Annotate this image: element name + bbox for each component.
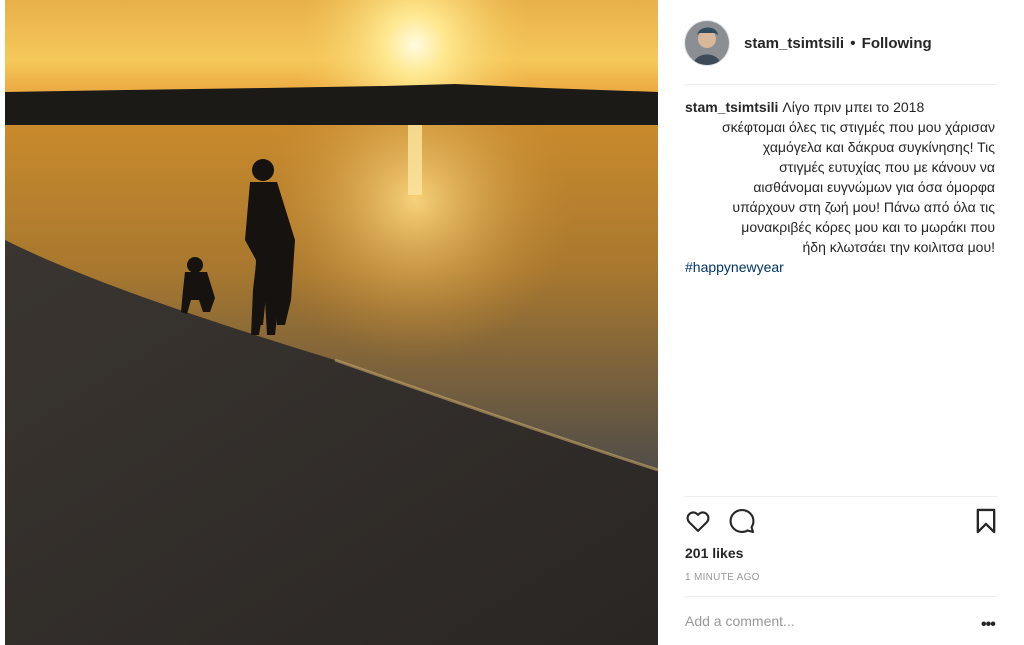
caption-line: χαμόγελα και δάκρυα συγκίνησης! Τις xyxy=(762,139,995,155)
post-timestamp[interactable]: 1 MINUTE AGO xyxy=(685,572,760,583)
caption-text: Λίγο πριν μπει το 2018 xyxy=(782,99,925,115)
actions-divider xyxy=(684,496,998,497)
avatar-image xyxy=(685,21,729,65)
following-button[interactable]: Following xyxy=(862,35,932,52)
header-text: stam_tsimtsili • Following xyxy=(744,35,932,52)
caption-line: ήδη κλωτσάει την κοιλιτσα μου! xyxy=(802,239,995,255)
post-caption: stam_tsimtsili Λίγο πριν μπει το 2018 σκέ… xyxy=(685,97,995,277)
caption-line: στιγμές ευτυχίας που με κάνουν να xyxy=(779,159,995,175)
post-details-panel: stam_tsimtsili • Following stam_tsimtsil… xyxy=(658,0,1024,645)
separator-dot: • xyxy=(850,34,856,52)
action-bar xyxy=(684,507,998,537)
post-photo[interactable] xyxy=(5,0,658,645)
bookmark-icon[interactable] xyxy=(974,507,998,535)
caption-line: σκέφτομαι όλες τις στιγμές που μου χάρισ… xyxy=(721,119,995,135)
heart-icon[interactable] xyxy=(684,507,712,535)
add-comment-input[interactable]: Add a comment... xyxy=(685,613,795,629)
post-header: stam_tsimtsili • Following xyxy=(684,18,932,68)
avatar[interactable] xyxy=(684,20,730,66)
header-divider xyxy=(684,84,998,85)
hashtag-link[interactable]: #happynewyear xyxy=(685,257,995,277)
comment-icon[interactable] xyxy=(728,507,756,535)
username-link[interactable]: stam_tsimtsili xyxy=(744,35,844,52)
caption-line: αισθάνομαι ευγνώμων για όσα όμορφα xyxy=(753,179,995,195)
comment-divider xyxy=(684,596,998,597)
caption-username-link[interactable]: stam_tsimtsili xyxy=(685,99,778,115)
likes-count[interactable]: 201 likes xyxy=(685,545,743,561)
caption-line: μονακριβές κόρες μου και το μωράκι που xyxy=(741,219,995,235)
caption-line: stam_tsimtsili Λίγο πριν μπει το 2018 xyxy=(685,97,995,117)
more-options-icon[interactable]: ••• xyxy=(981,616,996,634)
sunset-beach-image xyxy=(5,0,658,645)
caption-line: υπάρχουν στη ζωή μου! Πάνω από όλα τις xyxy=(732,199,995,215)
